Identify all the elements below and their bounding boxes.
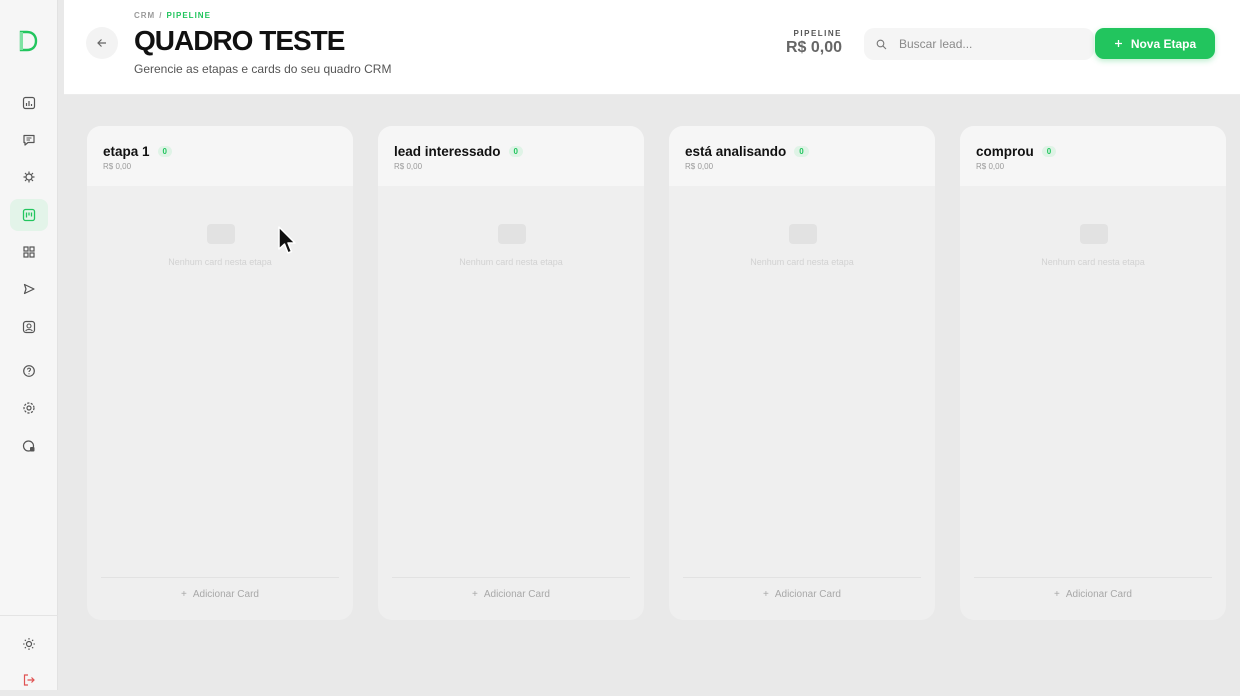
sidebar-item-crm[interactable] xyxy=(10,199,48,231)
breadcrumb-pipeline: PIPELINE xyxy=(166,11,211,20)
column-total: R$ 0,00 xyxy=(103,162,132,171)
empty-state-text: Nenhum card nesta etapa xyxy=(459,257,563,267)
column-total: R$ 0,00 xyxy=(976,162,1005,171)
grid-icon xyxy=(23,246,35,258)
add-card-button[interactable]: + Adicionar Card xyxy=(101,577,339,611)
chart-icon xyxy=(22,96,36,110)
plus-icon: + xyxy=(181,589,187,600)
empty-state-text: Nenhum card nesta etapa xyxy=(750,257,854,267)
column-title: lead interessado xyxy=(394,144,501,159)
column-title-wrap[interactable]: está analisando 0 xyxy=(685,144,809,159)
board-column: lead interessado 0 R$ 0,00 Nenhum card ne… xyxy=(378,126,644,620)
plus-icon: + xyxy=(472,589,478,600)
column-header: está analisando 0 R$ 0,00 xyxy=(669,126,935,186)
chat-icon xyxy=(23,134,35,146)
plus-icon: + xyxy=(1054,589,1060,600)
gear-bug-icon xyxy=(23,171,35,183)
column-count-badge: 0 xyxy=(1041,146,1057,157)
page-subtitle: Gerencie as etapas e cards do seu quadro… xyxy=(134,62,392,76)
security-icon xyxy=(22,440,35,452)
column-total: R$ 0,00 xyxy=(685,162,714,171)
search-icon xyxy=(876,39,887,49)
add-card-label: Adicionar Card xyxy=(1065,589,1132,600)
add-card-button[interactable]: + Adicionar Card xyxy=(683,577,921,611)
pipeline-total-value: R$ 0,00 xyxy=(785,39,842,56)
empty-card-icon xyxy=(1080,224,1108,244)
mouse-cursor-icon xyxy=(278,226,296,254)
back-button[interactable] xyxy=(86,27,118,59)
empty-state-text: Nenhum card nesta etapa xyxy=(1041,257,1145,267)
sidebar-item-security[interactable] xyxy=(10,430,48,462)
sun-icon xyxy=(23,638,35,650)
column-title-wrap[interactable]: lead interessado 0 xyxy=(394,144,523,159)
column-count-badge: 0 xyxy=(157,146,172,157)
column-title-wrap[interactable]: comprou 0 xyxy=(976,144,1057,159)
column-title-wrap[interactable]: etapa 1 0 xyxy=(103,144,172,159)
column-title: comprou xyxy=(976,144,1034,159)
breadcrumb: CRM / PIPELINE xyxy=(134,11,211,20)
breadcrumb-crm[interactable]: CRM xyxy=(134,11,155,20)
help-icon xyxy=(23,365,35,377)
empty-card-icon xyxy=(498,224,526,244)
column-count-badge: 0 xyxy=(794,146,809,157)
empty-state-text: Nenhum card nesta etapa xyxy=(168,257,272,267)
sidebar-item-dashboard[interactable] xyxy=(10,87,48,119)
add-card-label: Adicionar Card xyxy=(774,589,841,600)
theme-toggle[interactable] xyxy=(10,628,48,660)
sidebar-item-settings[interactable] xyxy=(10,392,48,424)
logout-icon xyxy=(23,674,35,686)
sidebar-divider xyxy=(0,615,58,616)
sidebar-item-automation[interactable] xyxy=(10,161,48,193)
add-card-label: Adicionar Card xyxy=(483,589,550,600)
contact-card-icon xyxy=(22,320,36,334)
page-header: CRM / PIPELINE QUADRO TESTE Gerencie as et… xyxy=(64,0,1240,95)
app-logo[interactable] xyxy=(18,30,38,52)
board-column: comprou 0 R$ 0,00 Nenhum card nesta etapa… xyxy=(960,126,1226,620)
plus-icon: + xyxy=(763,589,769,600)
search-input[interactable] xyxy=(899,37,1079,51)
column-title: está analisando xyxy=(685,144,787,159)
arrow-left-icon xyxy=(97,39,106,47)
new-stage-button[interactable]: Nova Etapa xyxy=(1095,28,1215,59)
pipeline-total-label: PIPELINE xyxy=(793,29,842,38)
add-card-label: Adicionar Card xyxy=(192,589,259,600)
column-count-badge: 0 xyxy=(508,146,523,157)
sidebar-item-help[interactable] xyxy=(10,355,48,387)
page-title: QUADRO TESTE xyxy=(134,25,345,56)
column-total: R$ 0,00 xyxy=(394,162,423,171)
settings-icon xyxy=(23,402,35,414)
breadcrumb-separator: / xyxy=(159,11,163,20)
sidebar-item-apps[interactable] xyxy=(10,236,48,268)
logout-button[interactable] xyxy=(10,664,48,696)
column-header: lead interessado 0 R$ 0,00 xyxy=(378,126,644,186)
sidebar-item-contacts[interactable] xyxy=(10,311,48,343)
empty-card-icon xyxy=(207,224,235,244)
send-icon xyxy=(23,283,35,295)
new-stage-label: Nova Etapa xyxy=(1130,36,1197,51)
plus-icon xyxy=(1114,40,1122,47)
column-header: comprou 0 R$ 0,00 xyxy=(960,126,1226,186)
board-column: etapa 1 0 R$ 0,00 Nenhum card nesta etapa… xyxy=(87,126,353,620)
empty-card-icon xyxy=(789,224,817,244)
sidebar-item-campaigns[interactable] xyxy=(10,273,48,305)
add-card-button[interactable]: + Adicionar Card xyxy=(392,577,630,611)
kanban-icon xyxy=(22,208,36,222)
search-box xyxy=(864,28,1094,60)
column-header: etapa 1 0 R$ 0,00 xyxy=(87,126,353,186)
board-column: está analisando 0 R$ 0,00 Nenhum card nes… xyxy=(669,126,935,620)
sidebar-item-chat[interactable] xyxy=(10,124,48,156)
add-card-button[interactable]: + Adicionar Card xyxy=(974,577,1212,611)
column-title: etapa 1 xyxy=(103,144,150,159)
sidebar xyxy=(0,0,58,690)
